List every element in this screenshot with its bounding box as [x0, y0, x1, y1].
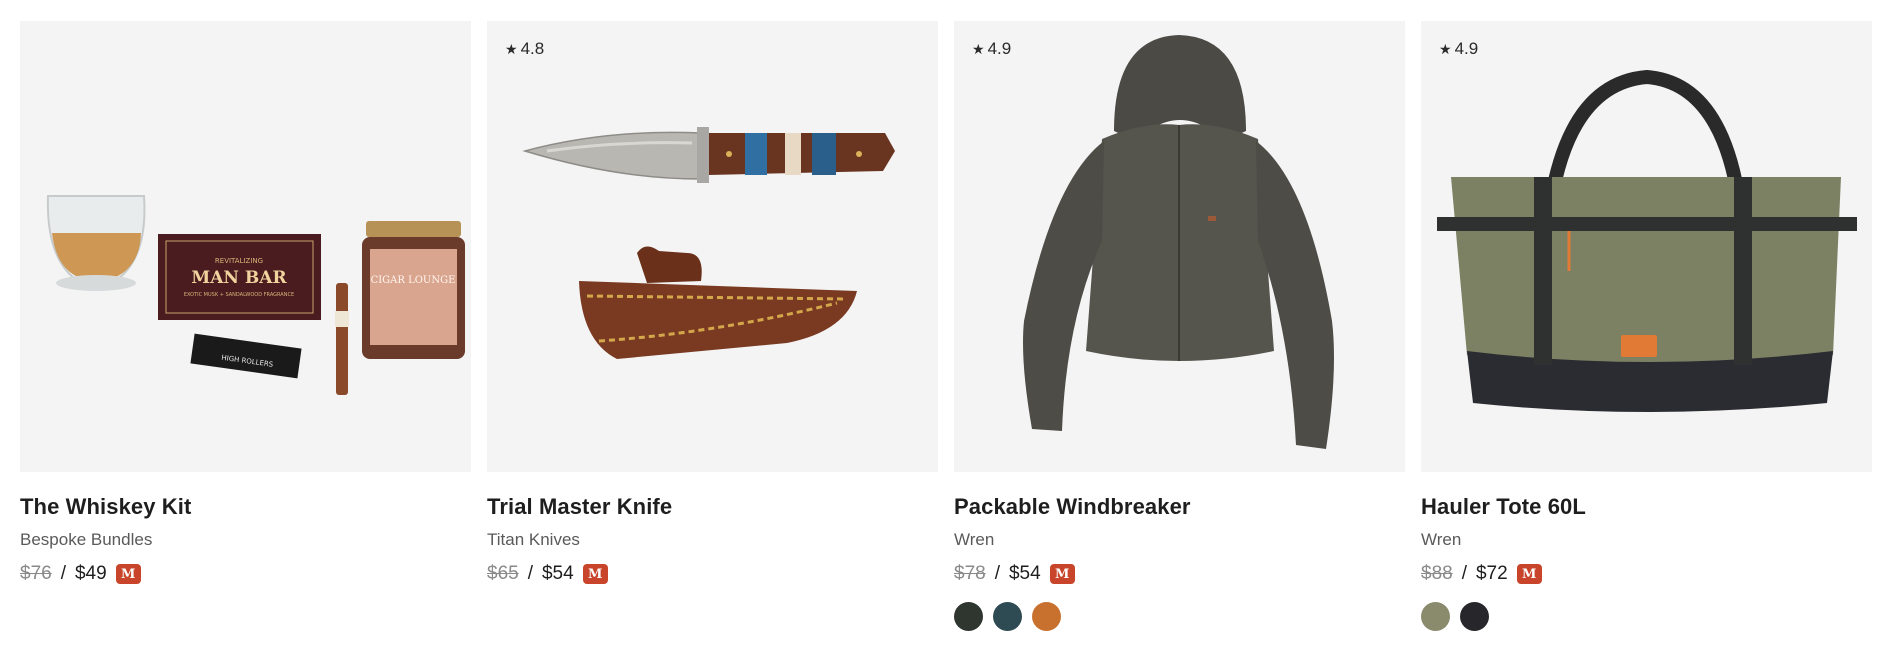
product-image[interactable]: ★ 4.9: [1421, 21, 1872, 472]
sale-price: $54: [1008, 563, 1041, 584]
original-price: $76: [20, 563, 52, 584]
swatch-teal[interactable]: [993, 602, 1022, 631]
product-price: $76 / $49 M: [20, 563, 471, 585]
member-badge-icon: M: [115, 564, 141, 584]
product-price: $78 / $54 M: [954, 563, 1405, 585]
sale-price: $72: [1475, 563, 1508, 584]
member-badge-icon: M: [582, 564, 608, 584]
sale-price: $54: [541, 563, 574, 584]
swatch-olive[interactable]: [1421, 602, 1450, 631]
product-image[interactable]: REVITALIZING MAN BAR EXOTIC MUSK + SANDA…: [20, 21, 471, 472]
product-brand[interactable]: Bespoke Bundles: [20, 530, 471, 550]
original-price: $78: [954, 563, 986, 584]
color-swatches: [954, 602, 1405, 631]
man-bar-subtitle: REVITALIZING: [215, 257, 263, 265]
product-card-whiskey-kit[interactable]: REVITALIZING MAN BAR EXOTIC MUSK + SANDA…: [20, 21, 471, 631]
price-separator: /: [527, 563, 533, 584]
product-image[interactable]: ★ 4.8: [487, 21, 938, 472]
swatch-orange[interactable]: [1032, 602, 1061, 631]
swatch-black[interactable]: [1460, 602, 1489, 631]
price-separator: /: [1461, 563, 1467, 584]
product-title[interactable]: Trial Master Knife: [487, 494, 938, 520]
product-card-trial-master-knife[interactable]: ★ 4.8 Trial Master Knife Titan Knives $6…: [487, 21, 938, 631]
cigar-lounge-label: CIGAR LOUNGE: [371, 275, 456, 286]
product-card-hauler-tote[interactable]: ★ 4.9 Hauler Tote 60L Wren $88 / $72 M: [1421, 21, 1872, 631]
man-bar-title: MAN BAR: [191, 268, 287, 288]
product-grid: REVITALIZING MAN BAR EXOTIC MUSK + SANDA…: [20, 21, 1872, 631]
product-price: $65 / $54 M: [487, 563, 938, 585]
knife-illustration: [522, 127, 895, 359]
swatch-black[interactable]: [954, 602, 983, 631]
original-price: $88: [1421, 563, 1453, 584]
product-title[interactable]: Packable Windbreaker: [954, 494, 1405, 520]
product-brand[interactable]: Wren: [954, 530, 1405, 550]
sale-price: $49: [74, 563, 107, 584]
windbreaker-illustration: [1023, 35, 1334, 449]
product-title[interactable]: The Whiskey Kit: [20, 494, 471, 520]
product-title[interactable]: Hauler Tote 60L: [1421, 494, 1872, 520]
price-separator: /: [994, 563, 1000, 584]
color-swatches: [1421, 602, 1872, 631]
member-badge-icon: M: [1516, 564, 1542, 584]
member-badge-icon: M: [1049, 564, 1075, 584]
man-bar-fragrance: EXOTIC MUSK + SANDALWOOD FRAGRANCE: [184, 292, 294, 298]
product-card-packable-windbreaker[interactable]: ★ 4.9 Packable Windbreaker Wren $78 / $5…: [954, 21, 1405, 631]
product-brand[interactable]: Titan Knives: [487, 530, 938, 550]
product-image[interactable]: ★ 4.9: [954, 21, 1405, 472]
product-price: $88 / $72 M: [1421, 563, 1872, 585]
price-separator: /: [60, 563, 66, 584]
whiskey-kit-illustration: REVITALIZING MAN BAR EXOTIC MUSK + SANDA…: [46, 195, 465, 395]
tote-bag-illustration: [1437, 69, 1857, 412]
product-brand[interactable]: Wren: [1421, 530, 1872, 550]
original-price: $65: [487, 563, 519, 584]
